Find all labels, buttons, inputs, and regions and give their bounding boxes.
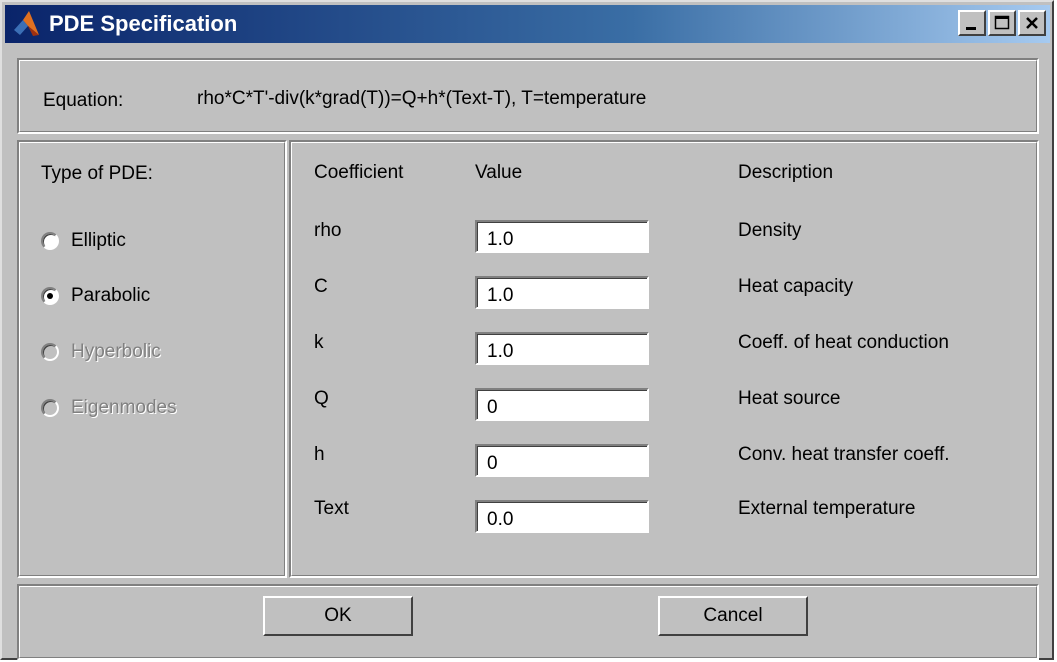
buttons-panel bbox=[17, 584, 1039, 660]
equation-text: rho*C*T'-div(k*grad(T))=Q+h*(Text-T), T=… bbox=[197, 88, 647, 109]
radio-label: Hyperbolic bbox=[71, 341, 161, 362]
value-input-q[interactable] bbox=[475, 388, 649, 421]
radio-button-icon[interactable] bbox=[41, 232, 59, 250]
radio-parabolic[interactable]: Parabolic bbox=[41, 285, 150, 307]
pde-specification-window: PDE Specification Equation: rho*C*T'-div… bbox=[0, 0, 1054, 660]
header-description: Description bbox=[738, 162, 834, 183]
radio-button-disabled-icon bbox=[41, 343, 59, 361]
coefficients-panel bbox=[289, 140, 1039, 578]
value-input-text[interactable] bbox=[475, 500, 649, 533]
value-input-c[interactable] bbox=[475, 276, 649, 309]
radio-button-selected-icon[interactable] bbox=[41, 287, 59, 305]
coefficient-description: Conv. heat transfer coeff. bbox=[738, 444, 950, 465]
equation-label: Equation: bbox=[43, 90, 124, 111]
window-title: PDE Specification bbox=[49, 11, 238, 36]
radio-label: Elliptic bbox=[71, 230, 126, 251]
header-value: Value bbox=[475, 162, 523, 183]
value-input-h[interactable] bbox=[475, 444, 649, 477]
matlab-logo-icon bbox=[14, 11, 39, 36]
close-icon bbox=[1026, 17, 1038, 29]
pde-type-panel: Type of PDE: Elliptic Parabolic Hyperbol… bbox=[17, 140, 287, 578]
cancel-button[interactable]: Cancel bbox=[658, 596, 808, 636]
maximize-button[interactable] bbox=[988, 10, 1016, 36]
coefficient-name: rho bbox=[314, 220, 342, 241]
maximize-icon bbox=[994, 15, 1010, 30]
coefficient-name: Text bbox=[314, 498, 349, 519]
ok-button[interactable]: OK bbox=[263, 596, 413, 636]
coefficient-description: External temperature bbox=[738, 498, 916, 519]
coefficient-name: k bbox=[314, 332, 324, 353]
coefficient-description: Heat capacity bbox=[738, 276, 854, 297]
coefficient-name: h bbox=[314, 444, 325, 465]
title-bar[interactable]: PDE Specification bbox=[5, 5, 1050, 43]
coefficient-name: C bbox=[314, 276, 328, 297]
header-coefficient: Coefficient bbox=[314, 162, 404, 183]
value-input-k[interactable] bbox=[475, 332, 649, 365]
radio-button-disabled-icon bbox=[41, 399, 59, 417]
radio-elliptic[interactable]: Elliptic bbox=[41, 230, 126, 252]
minimize-button[interactable] bbox=[958, 10, 986, 36]
radio-eigenmodes: Eigenmodes bbox=[41, 397, 177, 419]
equation-panel: Equation: rho*C*T'-div(k*grad(T))=Q+h*(T… bbox=[17, 58, 1039, 134]
coefficient-description: Heat source bbox=[738, 388, 841, 409]
coefficient-description: Density bbox=[738, 220, 802, 241]
close-button[interactable] bbox=[1018, 10, 1046, 36]
pde-type-label: Type of PDE: bbox=[41, 163, 153, 184]
radio-label: Parabolic bbox=[71, 285, 151, 306]
coefficient-name: Q bbox=[314, 388, 329, 409]
radio-label: Eigenmodes bbox=[71, 397, 177, 418]
minimize-icon bbox=[966, 27, 976, 30]
value-input-rho[interactable] bbox=[475, 220, 649, 253]
radio-hyperbolic: Hyperbolic bbox=[41, 341, 161, 363]
coefficient-description: Coeff. of heat conduction bbox=[738, 332, 949, 353]
